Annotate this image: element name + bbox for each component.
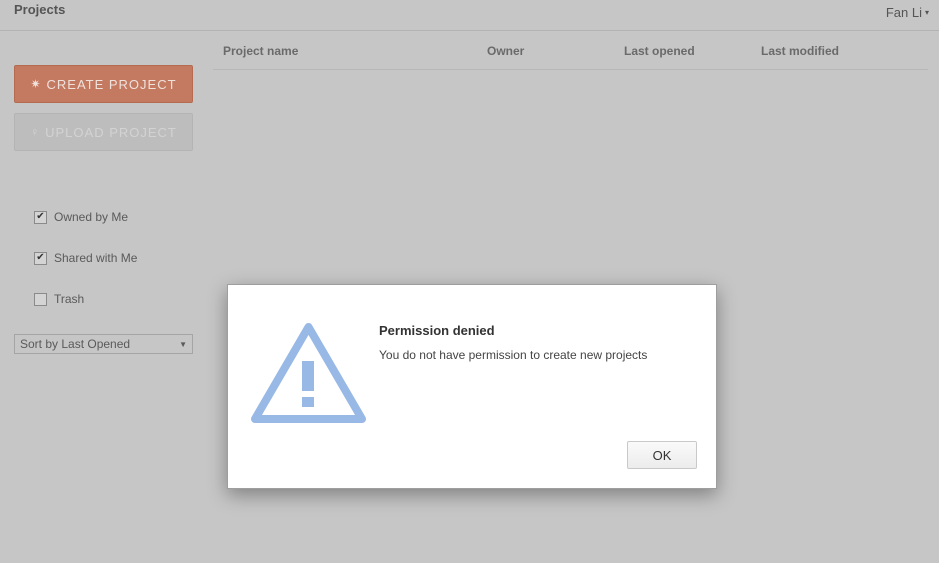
column-header-last-opened[interactable]: Last opened — [624, 44, 695, 58]
create-project-label: CREATE PROJECT — [46, 76, 177, 92]
upload-project-button[interactable]: ♀ UPLOAD PROJECT — [14, 113, 193, 151]
filter-label: Shared with Me — [54, 251, 138, 265]
trash-checkbox[interactable] — [34, 292, 47, 306]
owned-checkbox[interactable]: ✔ — [34, 210, 47, 224]
table-header-divider — [213, 69, 928, 70]
sort-select[interactable]: Sort by Last Opened ▼ — [14, 334, 193, 354]
dialog-title: Permission denied — [379, 323, 495, 338]
filter-trash[interactable]: Trash — [34, 292, 84, 306]
warning-triangle-icon — [251, 323, 366, 423]
dropdown-arrow-icon: ▼ — [179, 339, 187, 349]
top-bar: Projects Fan Li ▾ — [0, 0, 939, 31]
user-menu[interactable]: Fan Li ▾ — [886, 5, 929, 20]
create-project-button[interactable]: ✷ CREATE PROJECT — [14, 65, 193, 103]
user-name: Fan Li — [885, 5, 922, 20]
column-header-project-name[interactable]: Project name — [223, 44, 298, 58]
filter-label: Owned by Me — [54, 210, 129, 224]
asterisk-icon: ✷ — [30, 77, 42, 91]
column-header-owner[interactable]: Owner — [487, 44, 524, 58]
dialog-message: You do not have permission to create new… — [379, 348, 648, 362]
filter-shared-with-me[interactable]: ✔ Shared with Me — [34, 251, 137, 265]
column-header-last-modified[interactable]: Last modified — [761, 44, 839, 58]
filter-label: Trash — [54, 292, 85, 306]
upload-project-label: UPLOAD PROJECT — [45, 124, 177, 140]
ok-button[interactable]: OK — [627, 441, 697, 469]
sort-selected-value: Sort by Last Opened — [20, 337, 131, 351]
caret-down-icon: ▾ — [924, 8, 929, 17]
shared-checkbox[interactable]: ✔ — [34, 251, 47, 265]
upload-icon: ♀ — [30, 125, 41, 139]
page-title: Projects — [14, 2, 66, 17]
filter-owned-by-me[interactable]: ✔ Owned by Me — [34, 210, 128, 224]
permission-dialog: Permission denied You do not have permis… — [227, 284, 717, 489]
